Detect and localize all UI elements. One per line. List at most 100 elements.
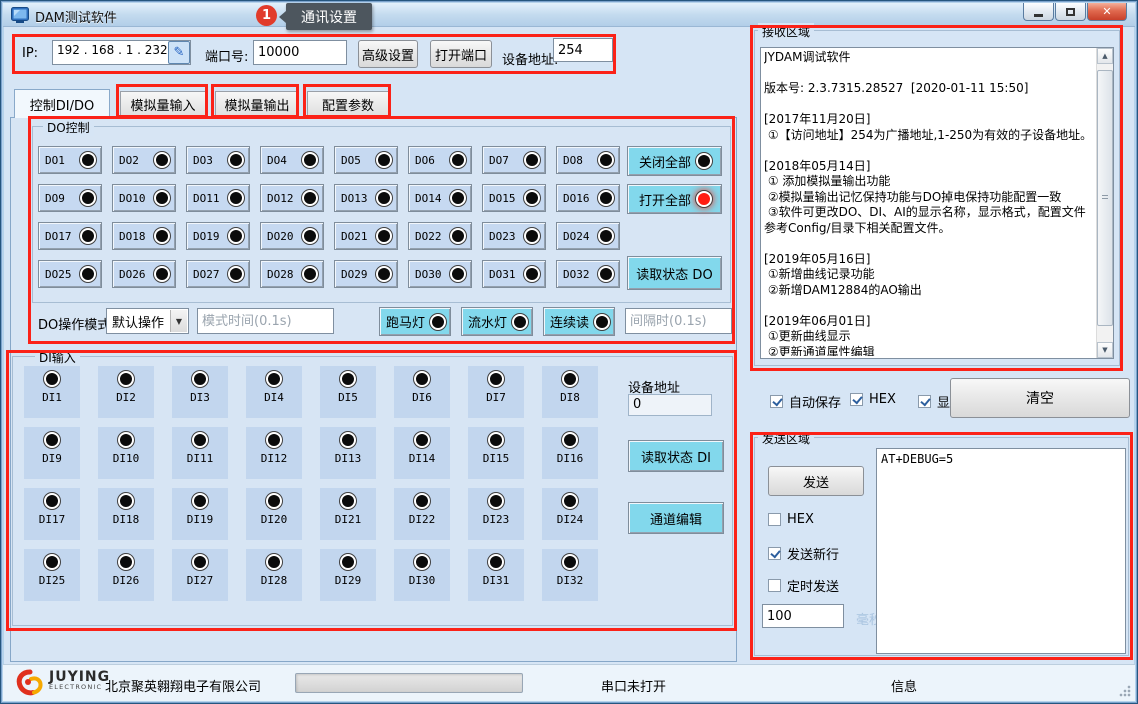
do-channel-button-do25[interactable]: DO25 bbox=[38, 260, 102, 288]
send-content-textarea[interactable]: AT+DEBUG=5 bbox=[876, 448, 1126, 654]
recv-hex-checkbox[interactable] bbox=[850, 393, 863, 406]
receive-scrollbar[interactable]: ▲ ▼ bbox=[1096, 48, 1113, 358]
do-channel-button-do8[interactable]: DO8 bbox=[556, 146, 620, 174]
do-channel-button-do11[interactable]: DO11 bbox=[186, 184, 250, 212]
do-channel-button-do28[interactable]: DO28 bbox=[260, 260, 324, 288]
do-mode-select[interactable]: 默认操作 ▼ bbox=[106, 308, 189, 334]
do-channel-button-do21[interactable]: DO21 bbox=[334, 222, 398, 250]
autosave-checkbox[interactable] bbox=[770, 395, 783, 408]
do-channel-button-do29[interactable]: DO29 bbox=[334, 260, 398, 288]
di-led-indicator bbox=[490, 556, 502, 568]
receive-log-area[interactable]: JYDAM调试软件 版本号: 2.3.7315.28527 [2020-01-1… bbox=[760, 47, 1114, 359]
maximize-button[interactable] bbox=[1055, 3, 1086, 21]
read-di-status-button[interactable]: 读取状态 DI bbox=[628, 440, 724, 472]
mode-time-input[interactable] bbox=[197, 308, 334, 334]
do-channel-button-do16[interactable]: DO16 bbox=[556, 184, 620, 212]
do-led-indicator bbox=[156, 230, 168, 242]
close-all-button[interactable]: 关闭全部 bbox=[627, 146, 722, 176]
do-channel-button-do1[interactable]: DO1 bbox=[38, 146, 102, 174]
send-hex-checkbox[interactable] bbox=[768, 513, 781, 526]
comm-settings-tooltip: 通讯设置 bbox=[286, 3, 372, 30]
do-channel-button-do9[interactable]: DO9 bbox=[38, 184, 102, 212]
do-channel-button-do31[interactable]: DO31 bbox=[482, 260, 546, 288]
do-channel-button-do6[interactable]: DO6 bbox=[408, 146, 472, 174]
port-input[interactable] bbox=[253, 40, 347, 65]
do-channel-button-do10[interactable]: DO10 bbox=[112, 184, 176, 212]
continuous-read-button[interactable]: 连续读 bbox=[543, 307, 615, 336]
scrollbar-thumb[interactable] bbox=[1097, 70, 1113, 326]
do-channel-button-do14[interactable]: DO14 bbox=[408, 184, 472, 212]
read-do-status-button[interactable]: 读取状态 DO bbox=[627, 256, 722, 290]
di-channel-tile-di19: DI19 bbox=[172, 488, 228, 540]
do-led-indicator bbox=[82, 154, 94, 166]
interval-time-input[interactable] bbox=[625, 308, 732, 334]
di-channel-label: DI12 bbox=[261, 452, 288, 465]
do-channel-button-do17[interactable]: DO17 bbox=[38, 222, 102, 250]
do-channel-button-do5[interactable]: DO5 bbox=[334, 146, 398, 174]
advanced-settings-button[interactable]: 高级设置 bbox=[358, 40, 418, 68]
do-channel-button-do19[interactable]: DO19 bbox=[186, 222, 250, 250]
di-led-indicator bbox=[46, 373, 58, 385]
do-channel-button-do22[interactable]: DO22 bbox=[408, 222, 472, 250]
port-label: 端口号: bbox=[205, 46, 248, 65]
edit-ip-button[interactable]: ✎ bbox=[168, 41, 190, 64]
open-all-button[interactable]: 打开全部 bbox=[627, 184, 722, 214]
minimize-button[interactable] bbox=[1023, 3, 1054, 21]
do-channel-button-do2[interactable]: DO2 bbox=[112, 146, 176, 174]
di-channel-label: DI28 bbox=[261, 574, 288, 587]
do-channel-button-do18[interactable]: DO18 bbox=[112, 222, 176, 250]
flow-light-button[interactable]: 流水灯 bbox=[461, 307, 533, 336]
do-channel-button-do20[interactable]: DO20 bbox=[260, 222, 324, 250]
timed-interval-input[interactable] bbox=[762, 604, 844, 628]
scroll-up-arrow-icon[interactable]: ▲ bbox=[1097, 48, 1113, 64]
tab-analog-input[interactable]: 模拟量输入 bbox=[120, 91, 206, 117]
info-text: 信息 bbox=[891, 676, 917, 695]
title-bar: DAM测试软件 ✕ bbox=[3, 3, 1135, 27]
do-channel-button-do15[interactable]: DO15 bbox=[482, 184, 546, 212]
scroll-down-arrow-icon[interactable]: ▼ bbox=[1097, 342, 1113, 358]
do-channel-button-do7[interactable]: DO7 bbox=[482, 146, 546, 174]
do-channel-button-do30[interactable]: DO30 bbox=[408, 260, 472, 288]
do-channel-button-do13[interactable]: DO13 bbox=[334, 184, 398, 212]
marquee-button[interactable]: 跑马灯 bbox=[379, 307, 451, 336]
di-channel-label: DI16 bbox=[557, 452, 584, 465]
resize-grip[interactable] bbox=[1119, 685, 1131, 697]
timed-send-checkbox[interactable] bbox=[768, 579, 781, 592]
do-channel-button-do27[interactable]: DO27 bbox=[186, 260, 250, 288]
do-channel-button-do23[interactable]: DO23 bbox=[482, 222, 546, 250]
do-channel-button-do12[interactable]: DO12 bbox=[260, 184, 324, 212]
tab-analog-output[interactable]: 模拟量输出 bbox=[215, 91, 299, 117]
do-channel-button-do4[interactable]: DO4 bbox=[260, 146, 324, 174]
di-channel-tile-di25: DI25 bbox=[24, 549, 80, 601]
do-channel-button-do32[interactable]: DO32 bbox=[556, 260, 620, 288]
receive-area-label: 接收区域 bbox=[758, 23, 814, 40]
show-send-checkbox[interactable] bbox=[918, 395, 931, 408]
open-port-button[interactable]: 打开端口 bbox=[430, 40, 492, 68]
do-channel-button-do24[interactable]: DO24 bbox=[556, 222, 620, 250]
di-channel-tile-di31: DI31 bbox=[468, 549, 524, 601]
di-led-indicator bbox=[342, 556, 354, 568]
do-led-indicator bbox=[452, 268, 464, 280]
send-button[interactable]: 发送 bbox=[768, 466, 864, 496]
di-channel-tile-di12: DI12 bbox=[246, 427, 302, 479]
di-channel-tile-di20: DI20 bbox=[246, 488, 302, 540]
do-led-indicator bbox=[156, 154, 168, 166]
di-device-address-field[interactable]: 0 bbox=[628, 394, 712, 416]
do-channel-label: DO14 bbox=[415, 192, 442, 205]
close-button[interactable]: ✕ bbox=[1087, 3, 1127, 21]
clear-button[interactable]: 清空 bbox=[950, 378, 1130, 418]
tab-config-params[interactable]: 配置参数 bbox=[307, 91, 389, 117]
di-led-indicator bbox=[120, 556, 132, 568]
window-title: DAM测试软件 bbox=[35, 7, 117, 26]
do-channel-button-do3[interactable]: DO3 bbox=[186, 146, 250, 174]
device-address-input[interactable] bbox=[553, 38, 613, 62]
send-newline-checkbox[interactable] bbox=[768, 547, 781, 560]
channel-edit-button[interactable]: 通道编辑 bbox=[628, 502, 724, 534]
di-channel-label: DI3 bbox=[190, 391, 210, 404]
chevron-down-icon: ▼ bbox=[170, 310, 187, 332]
di-channel-tile-di15: DI15 bbox=[468, 427, 524, 479]
close-all-label: 关闭全部 bbox=[639, 152, 691, 171]
do-channel-button-do26[interactable]: DO26 bbox=[112, 260, 176, 288]
di-channel-label: DI6 bbox=[412, 391, 432, 404]
tab-control-dido[interactable]: 控制DI/DO bbox=[14, 89, 110, 118]
